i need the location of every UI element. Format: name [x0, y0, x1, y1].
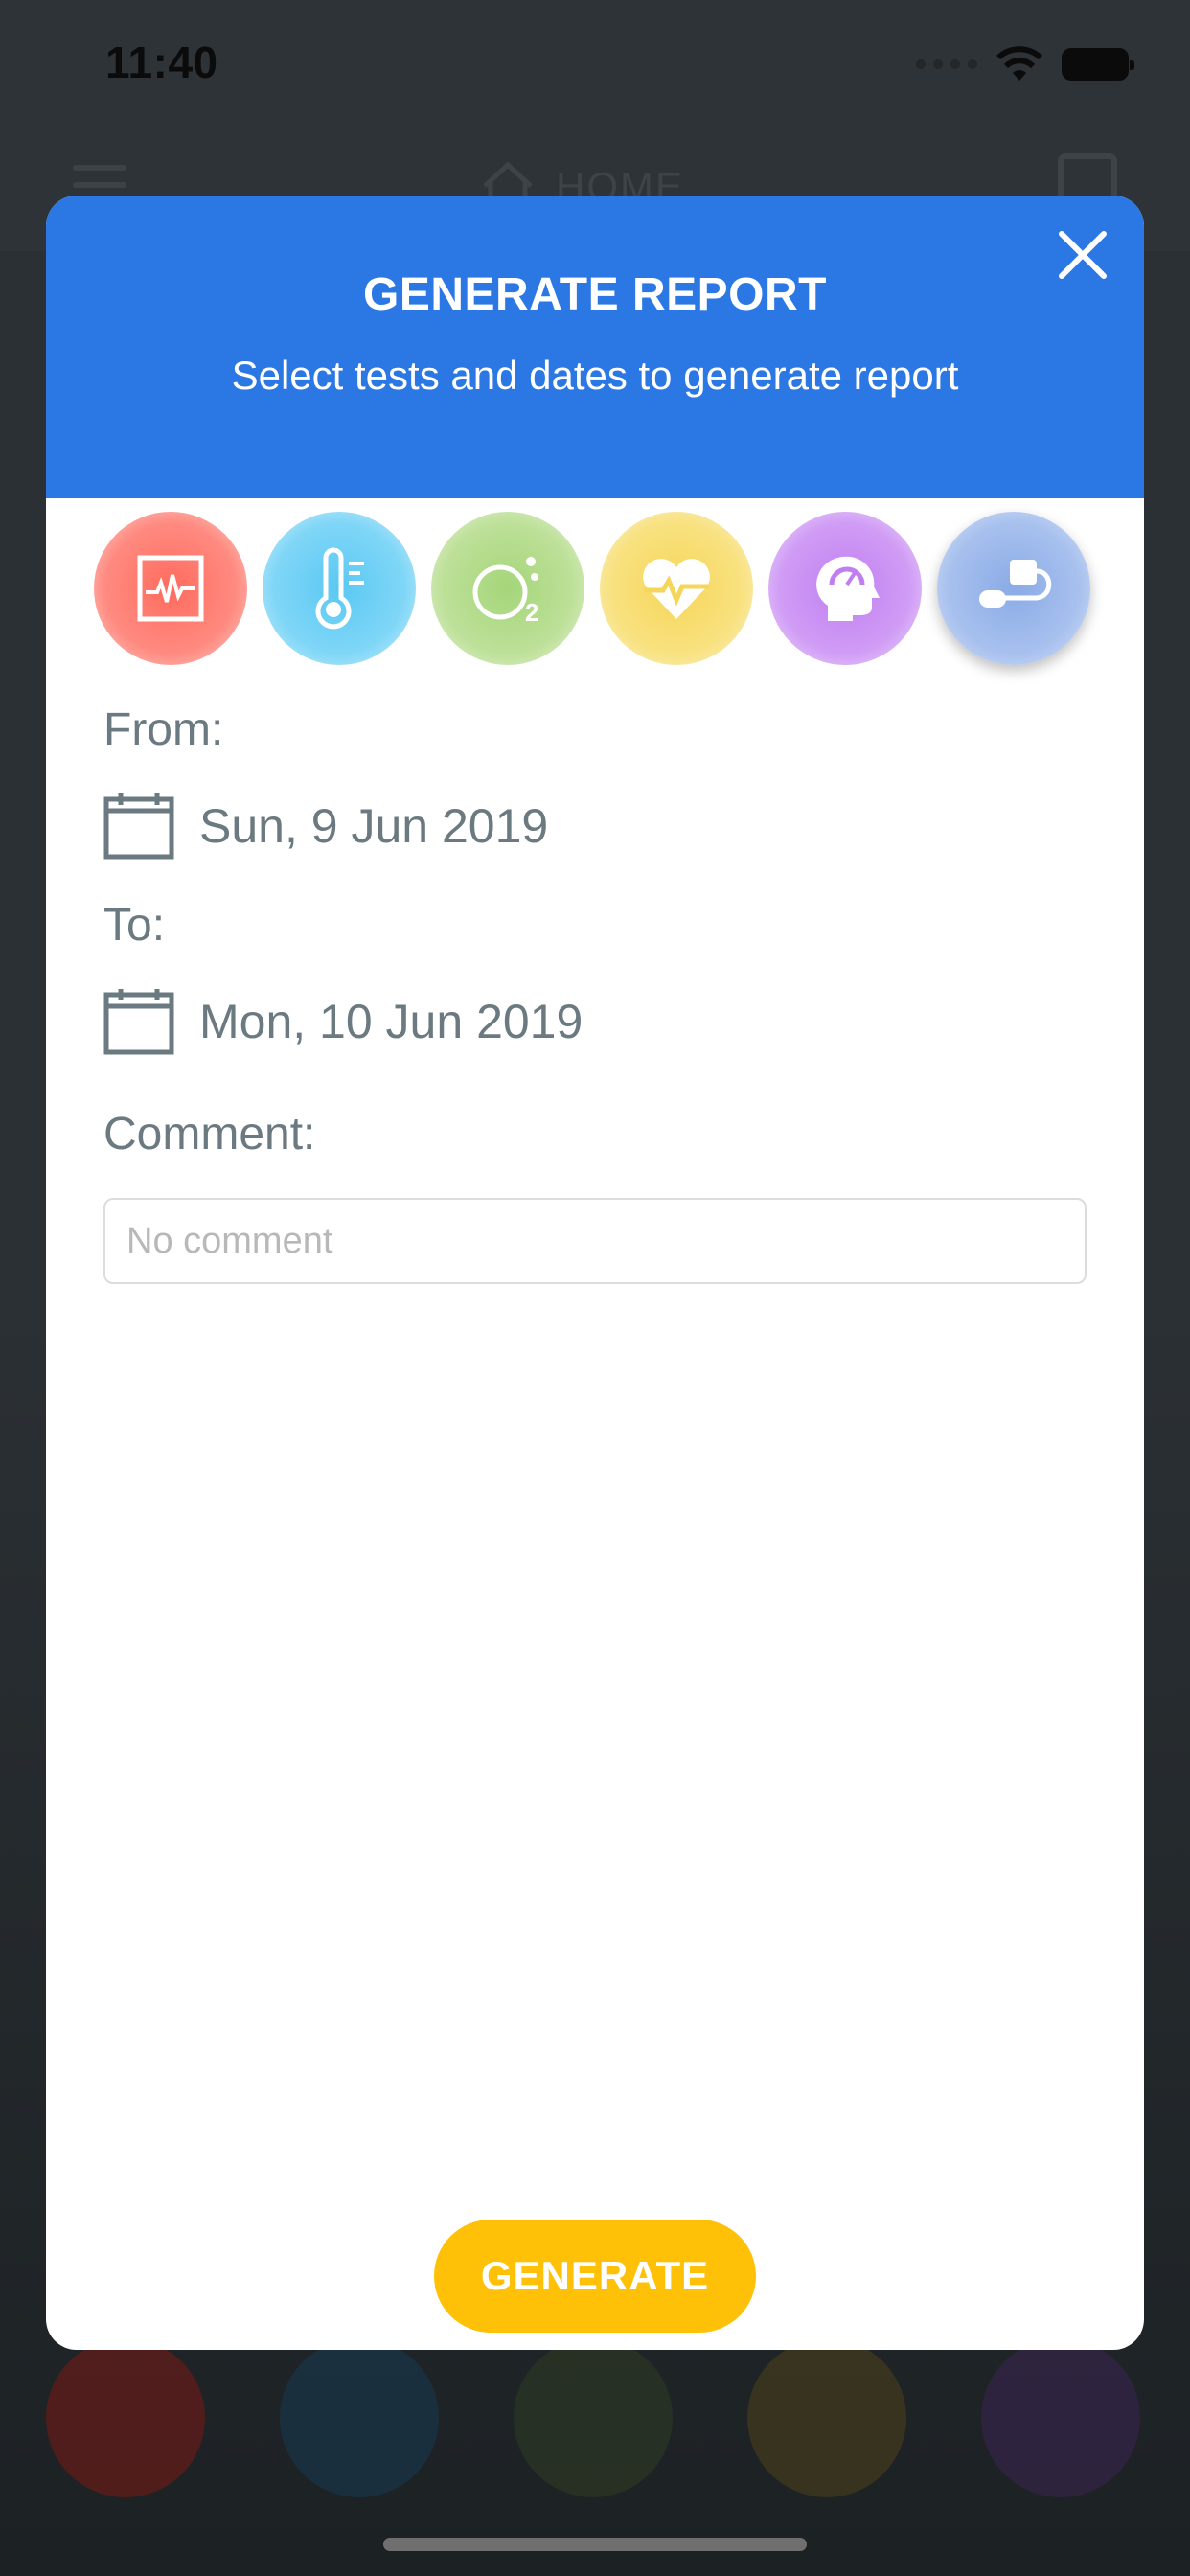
- wifi-icon: [995, 46, 1043, 80]
- background-test-circle: [514, 2338, 673, 2497]
- status-time: 11:40: [105, 37, 218, 87]
- from-date-value: Sun, 9 Jun 2019: [199, 799, 549, 853]
- background-test-circle: [747, 2338, 906, 2497]
- generate-button[interactable]: GENERATE: [434, 2220, 756, 2333]
- signal-icon: [916, 59, 977, 69]
- status-icons: [916, 46, 1134, 82]
- stress-test-button[interactable]: [768, 512, 922, 665]
- ecg-test-button[interactable]: [94, 512, 247, 665]
- background-test-circle: [280, 2338, 439, 2497]
- modal-subtitle: Select tests and dates to generate repor…: [231, 353, 959, 398]
- calendar-icon: [103, 989, 174, 1055]
- modal-title: GENERATE REPORT: [363, 269, 827, 320]
- svg-text:2: 2: [525, 598, 538, 627]
- ecg-monitor-icon: [137, 555, 204, 622]
- blood-pressure-test-button[interactable]: [937, 512, 1090, 665]
- thermometer-icon: [315, 547, 364, 630]
- head-gauge-icon: [816, 556, 880, 621]
- calendar-icon: [103, 794, 174, 860]
- background-test-circle: [46, 2338, 205, 2497]
- from-label: From:: [103, 704, 224, 755]
- from-date-picker[interactable]: Sun, 9 Jun 2019: [103, 792, 548, 861]
- background-test-buttons: [0, 2338, 1190, 2511]
- temperature-test-button[interactable]: [263, 512, 416, 665]
- test-selector: 2: [94, 512, 1110, 665]
- oxygen-test-button[interactable]: 2: [431, 512, 584, 665]
- heartbeat-icon: [643, 559, 710, 619]
- oxygen-o2-icon: 2: [472, 557, 538, 627]
- heart-rate-test-button[interactable]: [600, 512, 753, 665]
- generate-report-modal: GENERATE REPORT Select tests and dates t…: [46, 196, 1144, 2350]
- to-date-value: Mon, 10 Jun 2019: [199, 995, 584, 1048]
- to-label: To:: [103, 900, 166, 951]
- close-button[interactable]: [1054, 226, 1111, 284]
- home-indicator[interactable]: [383, 2538, 807, 2551]
- battery-icon: [1062, 48, 1134, 80]
- comment-label: Comment:: [103, 1109, 316, 1160]
- blood-pressure-cuff-icon: [979, 560, 1052, 608]
- to-date-picker[interactable]: Mon, 10 Jun 2019: [103, 987, 583, 1056]
- modal-header: GENERATE REPORT Select tests and dates t…: [46, 196, 1144, 498]
- close-icon: [1059, 231, 1107, 279]
- background-test-circle: [981, 2338, 1140, 2497]
- comment-input[interactable]: [103, 1198, 1087, 1284]
